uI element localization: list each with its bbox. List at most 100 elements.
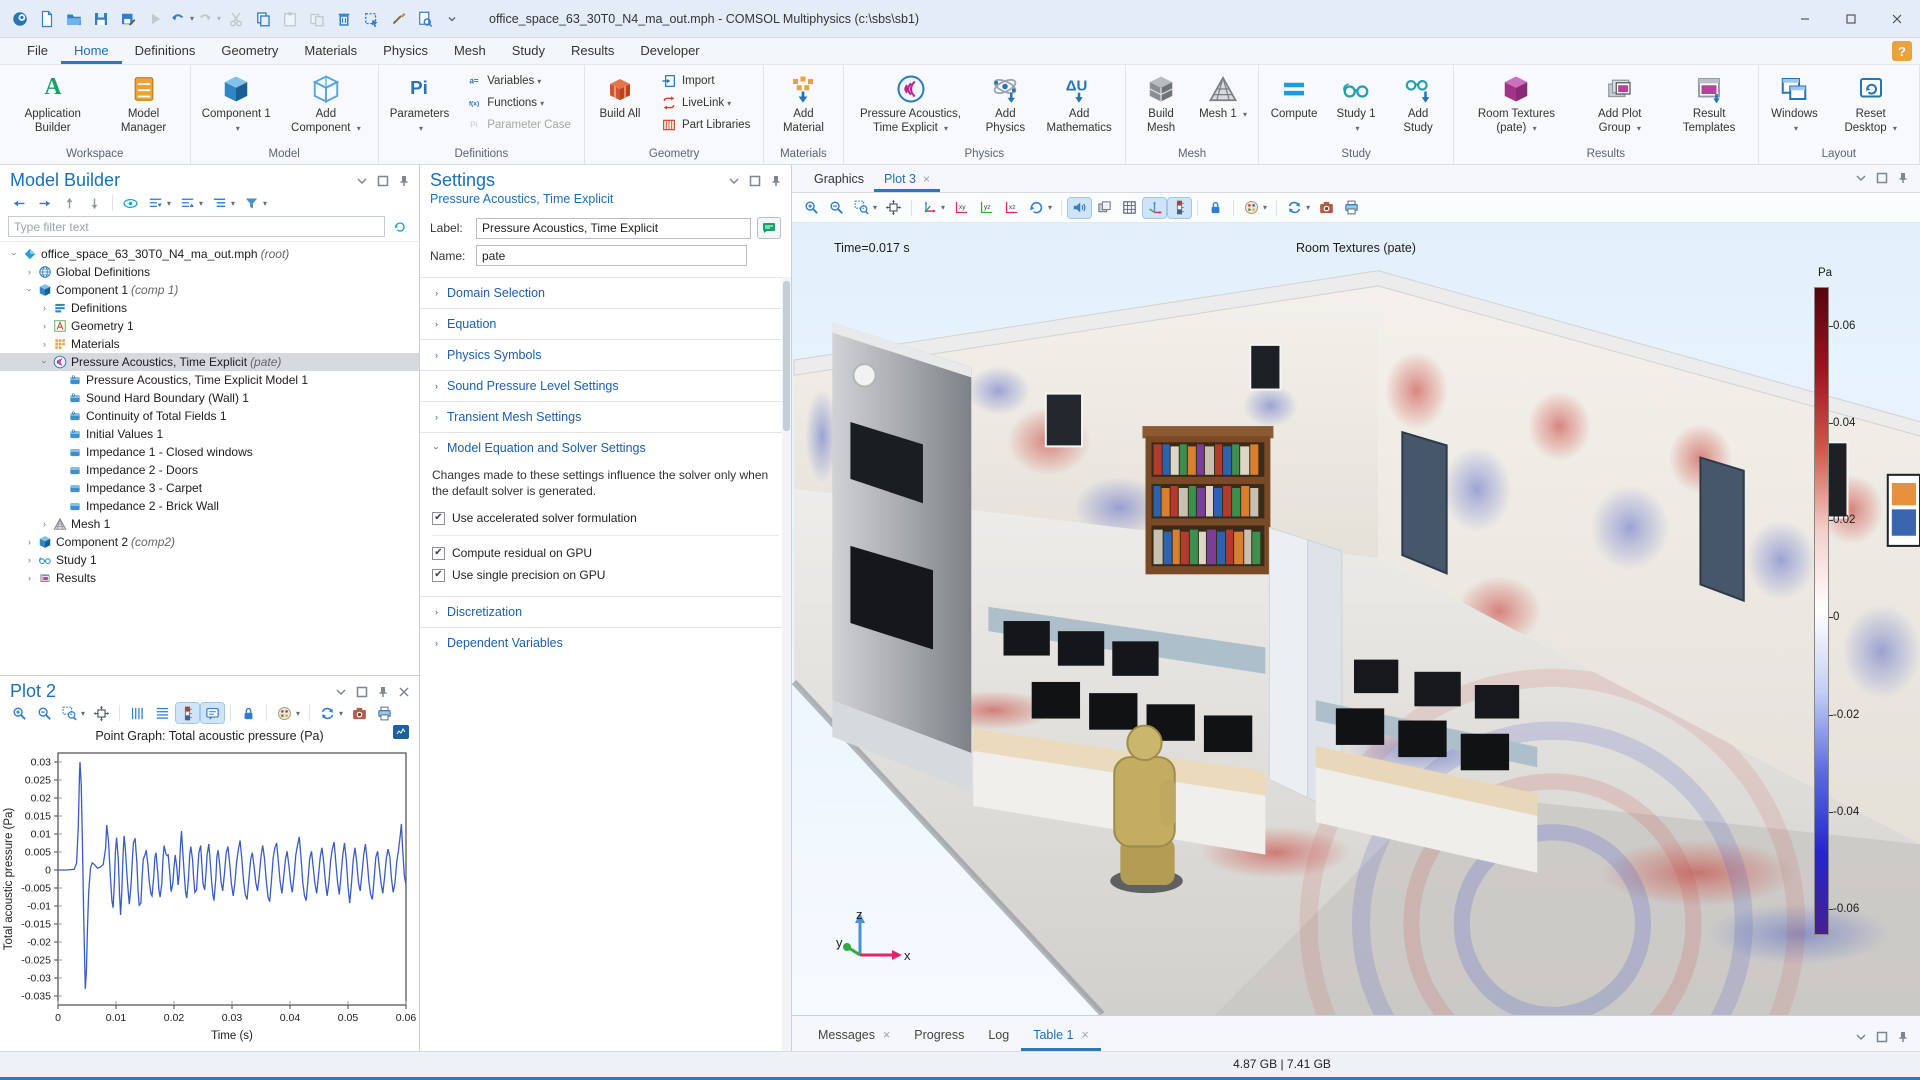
graphics-canvas[interactable]: Time=0.017 s Room Textures (pate) Pa 0.0… [792, 223, 1920, 1015]
lock-icon[interactable] [237, 703, 260, 723]
ribbon-button-room-textures-pate-[interactable]: Room Textures (pate) ▾ [1458, 69, 1575, 146]
tree-expander-icon[interactable]: › [10, 248, 20, 261]
menu-mesh[interactable]: Mesh [441, 39, 499, 64]
tree-item-results[interactable]: › Results [0, 569, 419, 587]
ribbon-button-parameter-case[interactable]: Pi Parameter Case [460, 114, 576, 136]
panel-chevron-icon[interactable] [1854, 171, 1868, 185]
tree-view-icon[interactable]: ▾ [208, 193, 238, 213]
default-view-icon[interactable]: ▾ [918, 198, 948, 218]
tree-item-office-space-63-30t0-n4-ma-out-mph[interactable]: › office_space_63_30T0_N4_ma_out.mph (root… [0, 245, 419, 263]
section-header[interactable]: › Transient Mesh Settings [420, 402, 791, 432]
palette-icon[interactable]: ▾ [273, 703, 303, 723]
section-header[interactable]: › Discretization [420, 597, 791, 627]
section-header[interactable]: › Model Equation and Solver Settings [420, 433, 791, 463]
close-tab-icon[interactable]: × [883, 1028, 890, 1042]
tree-item-impedance-2-doors[interactable]: Impedance 2 - Doors [0, 461, 419, 479]
zoom-in-icon[interactable] [800, 198, 823, 218]
ribbon-button-application-builder[interactable]: A Application Builder [4, 69, 102, 146]
checkbox-use-accelerated-solver-formulation[interactable]: ✔ Use accelerated solver formulation [432, 507, 779, 529]
filter-funnel-icon[interactable]: ▾ [240, 193, 270, 213]
checkbox-use-single-precision-on-gpu[interactable]: ✔ Use single precision on GPU [432, 564, 779, 586]
save-as-icon[interactable] [114, 5, 141, 32]
panel-chevron-icon[interactable] [1854, 1030, 1868, 1044]
tree-item-pressure-acoustics-time-explicit[interactable]: › Pressure Acoustics, Time Explicit (pate) [0, 353, 419, 371]
section-header[interactable]: › Sound Pressure Level Settings [420, 371, 791, 401]
tree-item-geometry-1[interactable]: › Geometry 1 [0, 317, 419, 335]
close-button[interactable] [1874, 0, 1920, 37]
ribbon-button-result-templates[interactable]: Result Templates [1665, 69, 1754, 146]
view-xy-icon[interactable]: xy [950, 198, 973, 218]
ribbon-button-parameters[interactable]: Pi Parameters ▾ [383, 69, 456, 146]
arrow-right-icon[interactable] [33, 193, 56, 213]
name-input[interactable] [476, 245, 747, 266]
settings-scrollbar[interactable] [782, 277, 791, 1051]
delete-icon[interactable] [330, 5, 357, 32]
ribbon-button-add-component[interactable]: Add Component ▾ [278, 69, 374, 146]
tree-expander-icon[interactable]: › [40, 356, 50, 369]
scene-cube-icon[interactable] [1093, 198, 1116, 218]
arrow-up-icon[interactable] [58, 193, 81, 213]
tree-expander-icon[interactable]: › [23, 267, 36, 277]
select-region-icon[interactable] [357, 5, 384, 32]
panel-float-icon[interactable] [355, 685, 369, 699]
plot2-chart-area[interactable]: 0.03 0.025 0.02 0.015 0.01 0.005 0 -0.005 -0.01 -… [0, 747, 419, 1051]
panel-float-icon[interactable] [376, 174, 390, 188]
ribbon-button-add-material[interactable]: Add Material [768, 69, 838, 146]
update-icon[interactable]: ▾ [316, 703, 346, 723]
panel-close-icon[interactable] [397, 685, 411, 699]
close-tab-icon[interactable]: × [923, 172, 930, 186]
palette-icon[interactable]: ▾ [1240, 198, 1270, 218]
close-tab-icon[interactable]: × [1082, 1028, 1089, 1042]
tree-item-component-2[interactable]: › Component 2 (comp2) [0, 533, 419, 551]
ribbon-button-add-study[interactable]: Add Study [1387, 69, 1449, 146]
run-icon[interactable] [141, 5, 168, 32]
print-icon[interactable] [1340, 198, 1363, 218]
menu-physics[interactable]: Physics [370, 39, 441, 64]
material-color-icon[interactable] [384, 5, 411, 32]
graphics-tab-plot-3[interactable]: Plot 3 × [874, 167, 941, 192]
minimize-button[interactable] [1782, 0, 1828, 37]
panel-float-icon[interactable] [1875, 171, 1889, 185]
open-file-icon[interactable] [60, 5, 87, 32]
tree-item-impedance-3-carpet[interactable]: Impedance 3 - Carpet [0, 479, 419, 497]
scrollbar-thumb[interactable] [783, 281, 790, 431]
view-xz-icon[interactable]: xz [1000, 198, 1023, 218]
ribbon-button-part-libraries[interactable]: Part Libraries [655, 114, 755, 136]
annotations-icon[interactable] [200, 702, 226, 724]
qat-chevron-icon[interactable] [438, 5, 465, 32]
tree-expander-icon[interactable]: › [38, 303, 51, 313]
rotate-icon[interactable]: ▾ [1025, 198, 1055, 218]
lock-icon[interactable] [1204, 198, 1227, 218]
ribbon-button-add-physics[interactable]: Add Physics [974, 69, 1038, 146]
help-button[interactable]: ? [1892, 41, 1912, 61]
tree-item-study-1[interactable]: › Study 1 [0, 551, 419, 569]
ribbon-button-windows[interactable]: Windows ▾ [1763, 69, 1827, 146]
panel-pin-icon[interactable] [1896, 171, 1910, 185]
checkbox-compute-residual-on-gpu[interactable]: ✔ Compute residual on GPU [432, 542, 779, 564]
tree-item-impedance-1-closed-windows[interactable]: Impedance 1 - Closed windows [0, 443, 419, 461]
menu-materials[interactable]: Materials [291, 39, 370, 64]
ribbon-button-livelink[interactable]: LiveLink ▾ [655, 92, 755, 114]
menu-developer[interactable]: Developer [627, 39, 712, 64]
tree-expander-icon[interactable]: › [23, 537, 36, 547]
camera-icon[interactable] [1315, 198, 1338, 218]
view-yz-icon[interactable]: yz [975, 198, 998, 218]
panel-float-icon[interactable] [1875, 1030, 1889, 1044]
bottom-tab-table-1[interactable]: Table 1 × [1021, 1020, 1101, 1051]
ribbon-button-pressure-acoustics-time-explicit[interactable]: Pressure Acoustics, Time Explicit ▾ [848, 69, 974, 146]
ribbon-button-build-all[interactable]: Build All [589, 69, 651, 146]
menu-results[interactable]: Results [558, 39, 627, 64]
zoom-box-icon[interactable]: ▾ [850, 198, 880, 218]
tree-item-definitions[interactable]: › Definitions [0, 299, 419, 317]
ribbon-button-import[interactable]: Import [655, 70, 755, 92]
panel-chevron-icon[interactable] [334, 685, 348, 699]
redo-icon[interactable]: ▾ [195, 5, 222, 32]
checkbox-icon[interactable]: ✔ [432, 568, 445, 582]
collapse-branch-icon[interactable]: ▾ [144, 193, 174, 213]
zoom-out-icon[interactable] [33, 703, 56, 723]
ribbon-button-mesh-1[interactable]: Mesh 1 ▾ [1192, 69, 1254, 146]
tree-item-continuity-of-total-fields-1[interactable]: D Continuity of Total Fields 1 [0, 407, 419, 425]
maximize-button[interactable] [1828, 0, 1874, 37]
ribbon-button-reset-desktop[interactable]: Reset Desktop ▾ [1826, 69, 1915, 146]
section-header[interactable]: › Equation [420, 309, 791, 339]
